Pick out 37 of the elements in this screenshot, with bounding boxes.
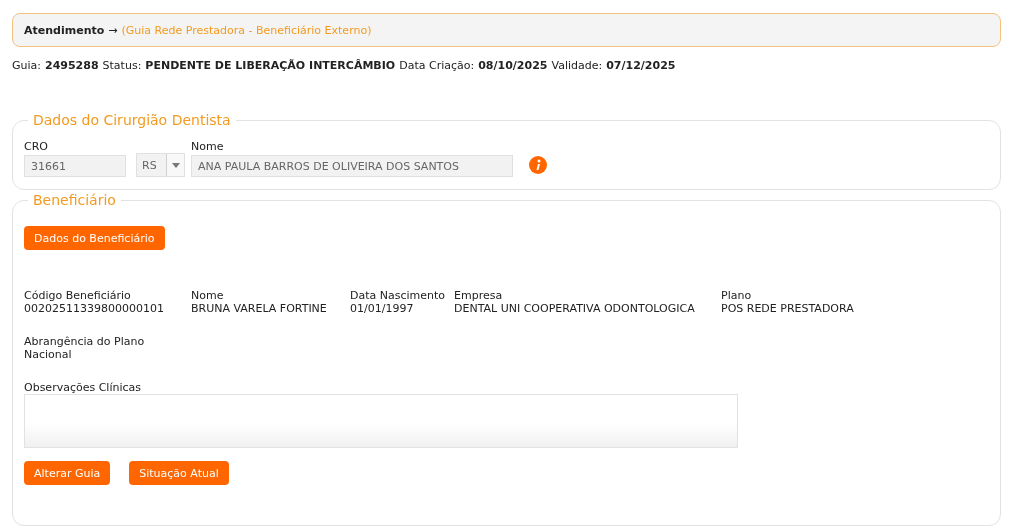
- field-value: DENTAL UNI COOPERATIVA ODONTOLOGICA: [454, 302, 696, 315]
- name-field[interactable]: ANA PAULA BARROS DE OLIVEIRA DOS SANTOS: [191, 155, 513, 177]
- info-icon[interactable]: [529, 156, 547, 174]
- field-label: Abrangência do Plano: [24, 335, 146, 348]
- caret-icon: [171, 162, 180, 168]
- info-value: 07/12/2025: [606, 59, 676, 72]
- info-value: PENDENTE DE LIBERAÇÃO INTERCÂMBIO: [145, 59, 396, 72]
- field-value: Nacional: [24, 348, 73, 361]
- field-label: Empresa: [454, 289, 504, 302]
- notes-field[interactable]: [24, 394, 738, 448]
- field-label: Código Beneficiário: [24, 289, 132, 302]
- section-title: Beneficiário: [32, 192, 117, 208]
- field-value: BRUNA VARELA FORTINE: [191, 302, 328, 315]
- beneficiary-details-button[interactable]: Dados do Beneficiário: [24, 226, 165, 250]
- state-select[interactable]: RS: [136, 153, 185, 177]
- action-button[interactable]: Alterar Guia: [24, 461, 111, 485]
- field-label: Nome: [191, 289, 225, 302]
- info-value: 2495288: [45, 59, 99, 72]
- field-label: Data Nascimento: [350, 289, 447, 302]
- section-title: Dados do Cirurgião Dentista: [32, 112, 232, 128]
- field-value: POS REDE PRESTADORA: [721, 302, 855, 315]
- field-label: Nome: [191, 140, 225, 153]
- field-label: CRO: [24, 140, 49, 153]
- field-label: Observações Clínicas: [24, 381, 143, 394]
- cro-field[interactable]: 31661: [24, 155, 126, 177]
- action-button[interactable]: Situação Atual: [129, 461, 229, 485]
- info-label: Validade:: [551, 59, 603, 72]
- breadcrumb-root: Atendimento: [24, 23, 105, 37]
- field-label: Plano: [721, 289, 753, 302]
- info-label: Guia:: [12, 59, 41, 72]
- arrow-glyph: →: [108, 23, 118, 37]
- info-value: 08/10/2025: [478, 59, 548, 72]
- field-value: 01/01/1997: [350, 302, 415, 315]
- info-label: Data Criação:: [399, 59, 475, 72]
- field-value: 00202511339800000101: [24, 302, 165, 315]
- info-label: Status:: [102, 59, 142, 72]
- breadcrumb-current: (Guia Rede Prestadora - Beneficiário Externo): [121, 23, 372, 37]
